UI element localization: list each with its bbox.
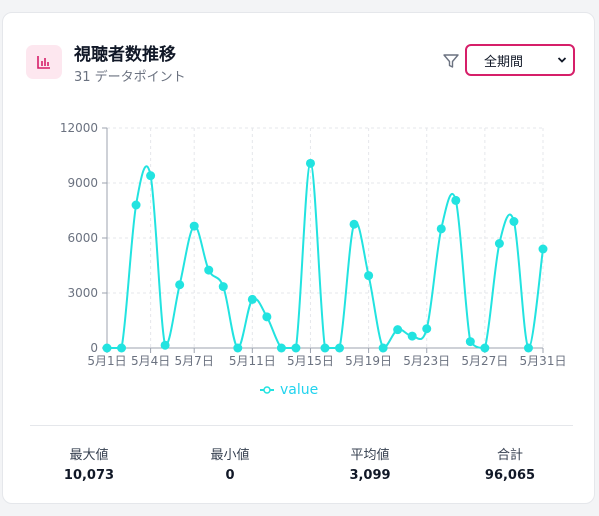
stat-avg: 平均値 3,099 [310,444,430,483]
y-tick-label: 9000 [67,176,98,190]
data-point [291,343,301,353]
stat-total-label: 合計 [496,448,523,463]
stat-avg-label: 平均値 [350,448,390,463]
data-point [131,200,141,210]
stat-min-value: 0 [225,468,235,483]
data-point [146,171,156,181]
x-tick-label: 5月4日 [131,354,170,368]
x-tick-label: 5月7日 [175,354,214,368]
data-point [335,343,345,353]
chart-legend[interactable]: value [260,382,318,398]
data-point [262,312,272,322]
series-line-value [107,162,544,350]
legend-label: value [280,382,319,398]
data-point [378,343,388,353]
data-point [117,343,127,353]
stat-avg-value: 3,099 [349,468,391,483]
data-point [509,217,519,226]
line-chart: 0 3000 6000 9000 12000 5月1日 5月4日 5月7日 5月11日 5月15日… [60,121,567,368]
data-point [160,340,170,350]
stat-max-label: 最大値 [69,448,109,463]
legend-marker [260,386,274,394]
data-point [247,294,257,304]
data-point [175,280,185,290]
y-tick-label: 12000 [60,121,98,135]
data-point [422,324,432,334]
data-point [305,158,315,168]
x-tick-label: 5月15日 [287,354,334,368]
data-point [189,221,199,231]
data-point [349,219,359,229]
data-point [204,265,214,275]
stat-min: 最小値 0 [170,444,290,483]
x-tick-label: 5月11日 [229,354,276,368]
data-point [393,325,403,335]
data-point [364,271,374,281]
y-tick-label: 0 [90,341,98,355]
data-point [233,343,243,353]
stat-min-label: 最小値 [210,448,250,463]
stat-max: 最大値 10,073 [29,444,149,483]
stat-total: 合計 96,065 [450,444,570,483]
data-point [465,337,475,347]
data-point [451,195,461,205]
data-point [218,282,228,292]
data-point [523,343,533,353]
stat-total-value: 96,065 [484,468,536,483]
data-point [494,239,504,248]
y-tick-label: 3000 [67,286,98,300]
data-point [436,224,446,234]
divider [30,425,573,426]
data-point [407,331,417,341]
data-point [480,343,490,353]
x-tick-label: 5月19日 [345,354,392,368]
data-point [102,343,112,353]
data-point [276,343,286,353]
x-tick-label: 5月27日 [461,354,508,368]
data-point [320,343,330,353]
stat-max-value: 10,073 [63,468,115,483]
x-tick-label: 5月23日 [403,354,450,368]
x-tick-label: 5月1日 [87,354,126,368]
y-tick-label: 6000 [67,231,98,245]
data-point [538,244,548,254]
x-tick-label: 5月31日 [520,354,567,368]
